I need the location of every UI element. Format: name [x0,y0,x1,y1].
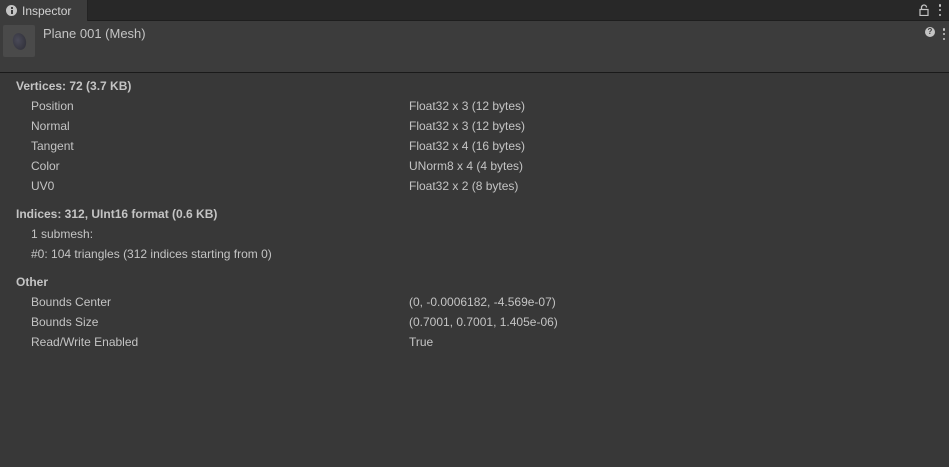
info-icon [6,5,17,16]
other-section-title: Other [16,275,49,289]
other-property-value: (0.7001, 0.7001, 1.405e-06) [409,315,558,329]
other-property-value: (0, -0.0006182, -4.569e-07) [409,295,556,309]
vertex-attr-label: Color [31,159,60,173]
vertex-attr-value: Float32 x 3 (12 bytes) [409,99,526,113]
vertex-attr-label: UV0 [31,179,55,193]
vertex-attr-value: Float32 x 2 (8 bytes) [409,179,519,193]
header-menu-icon[interactable] [942,28,946,40]
submesh-count: 1 submesh: [31,227,94,241]
vertex-attr-label: Normal [31,119,70,133]
mesh-info-panel: Vertices: 72 (3.7 KB) Position Float32 x… [0,73,949,467]
tab-inspector[interactable]: Inspector [0,0,88,21]
submesh-detail: #0: 104 triangles (312 indices starting … [31,247,272,261]
vertex-attr-value: Float32 x 3 (12 bytes) [409,119,526,133]
mesh-preview-thumbnail [3,25,35,57]
other-property-label: Bounds Size [31,315,99,329]
vertex-attr-label: Position [31,99,74,113]
vertex-attr-value: Float32 x 4 (16 bytes) [409,139,526,153]
help-icon[interactable]: ? [925,27,935,37]
other-property-value: True [409,335,434,349]
tab-bar: Inspector [0,0,949,21]
vertex-attr-value: UNorm8 x 4 (4 bytes) [409,159,524,173]
vertices-section-title: Vertices: 72 (3.7 KB) [16,79,132,93]
vertex-attr-label: Tangent [31,139,74,153]
other-property-label: Read/Write Enabled [31,335,139,349]
tab-inspector-label: Inspector [22,3,72,18]
other-property-label: Bounds Center [31,295,112,309]
inspector-header: Plane 001 (Mesh) ? [0,21,949,73]
lock-icon[interactable] [919,4,929,16]
tab-menu-icon[interactable] [938,4,942,16]
asset-title: Plane 001 (Mesh) [43,26,146,41]
indices-section-title: Indices: 312, UInt16 format (0.6 KB) [16,207,218,221]
